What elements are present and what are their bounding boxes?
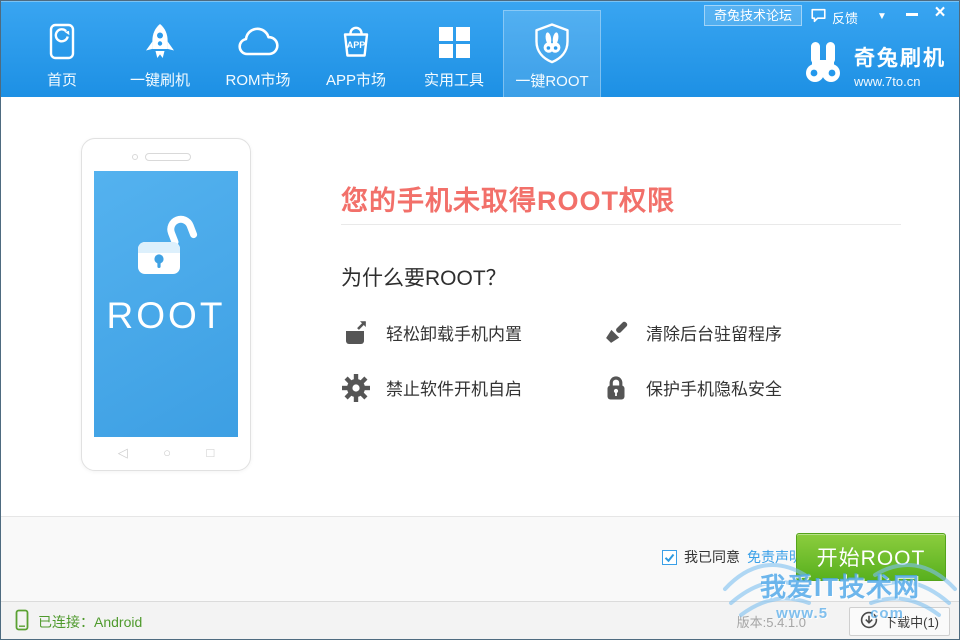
cloud-icon <box>235 19 281 65</box>
connected-phone-icon <box>15 609 29 634</box>
minimize-button[interactable] <box>901 5 923 23</box>
feedback-label: 反馈 <box>832 8 858 27</box>
tab-app-market[interactable]: APP APP市场 <box>307 10 405 98</box>
phone-screen: ROOT <box>94 171 238 437</box>
feature-clean: 清除后台驻留程序 <box>601 317 861 348</box>
feature-list: 轻松卸载手机内置 清除后台驻留程序 <box>341 317 861 403</box>
tab-tools[interactable]: 实用工具 <box>405 10 503 98</box>
tab-flash-label: 一键刷机 <box>130 69 190 90</box>
lock-icon <box>601 373 631 403</box>
tab-tools-label: 实用工具 <box>424 69 484 90</box>
phone-back-icon: ◁ <box>118 445 128 461</box>
phone-screen-label: ROOT <box>107 295 226 337</box>
feedback-bubble-icon <box>810 7 827 27</box>
tools-grid-icon <box>436 19 472 65</box>
root-shield-icon <box>529 20 575 66</box>
page-title: 您的手机未取得ROOT权限 <box>341 179 675 218</box>
check-icon <box>663 551 676 564</box>
phone-nav-bar: ◁ ○ □ <box>82 445 250 461</box>
uninstall-icon <box>341 318 371 348</box>
brush-icon <box>601 318 631 348</box>
tab-root-label: 一键ROOT <box>515 70 588 91</box>
minimize-icon <box>906 13 918 16</box>
tab-app-market-label: APP市场 <box>326 69 386 90</box>
start-root-button[interactable]: 开始ROOT <box>796 533 946 581</box>
brand-logo: 奇兔刷机 www.7to.cn <box>801 40 946 91</box>
phone-illustration: ROOT ◁ ○ □ <box>81 138 251 471</box>
feature-privacy: 保护手机隐私安全 <box>601 372 861 403</box>
feature-label: 清除后台驻留程序 <box>646 320 782 345</box>
download-icon <box>860 611 878 632</box>
gear-icon <box>341 373 371 403</box>
close-button[interactable]: × <box>928 2 952 23</box>
feature-label: 轻松卸载手机内置 <box>386 320 522 345</box>
feature-uninstall: 轻松卸载手机内置 <box>341 317 601 348</box>
feature-label: 保护手机隐私安全 <box>646 375 782 400</box>
tab-root[interactable]: 一键ROOT <box>503 10 601 98</box>
agree-checkbox[interactable] <box>662 550 677 565</box>
tab-home-label: 首页 <box>47 69 77 90</box>
brand-site: www.7to.cn <box>854 74 946 89</box>
main-content: ROOT ◁ ○ □ 您的手机未取得ROOT权限 为什么要ROOT？ <box>1 97 959 516</box>
brand-name: 奇兔刷机 <box>854 42 946 72</box>
connection-status: 已连接：Android <box>15 602 142 640</box>
feature-label: 禁止软件开机自启 <box>386 375 522 400</box>
tab-home[interactable]: 首页 <box>13 10 111 98</box>
tab-rom-market[interactable]: ROM市场 <box>209 10 307 98</box>
unlocked-padlock-icon <box>128 215 204 281</box>
action-panel: 我已同意 免责声明 开始ROOT <box>1 516 959 601</box>
app-bag-text: APP <box>347 40 366 50</box>
disclaimer-link[interactable]: 免责声明 <box>747 547 803 567</box>
agree-label: 我已同意 <box>684 547 740 567</box>
home-refresh-icon <box>43 19 81 65</box>
phone-speaker-slot <box>145 153 191 161</box>
download-status-button[interactable]: 下载中(1) <box>849 607 950 636</box>
phone-camera-dot <box>132 154 138 160</box>
feature-autostart: 禁止软件开机自启 <box>341 372 601 403</box>
main-nav: 首页 一键刷机 <box>13 2 601 98</box>
app-window: 首页 一键刷机 <box>0 0 960 640</box>
rabbit-logo-icon <box>801 40 845 91</box>
phone-home-icon: ○ <box>163 445 171 461</box>
tab-flash[interactable]: 一键刷机 <box>111 10 209 98</box>
forum-button[interactable]: 奇兔技术论坛 <box>704 5 802 26</box>
tab-rom-market-label: ROM市场 <box>226 69 291 90</box>
connection-text: 已连接：Android <box>38 612 142 632</box>
app-bag-icon: APP <box>336 19 376 65</box>
download-label: 下载中(1) <box>884 612 939 631</box>
phone-recent-icon: □ <box>206 445 214 461</box>
status-bar: 已连接：Android 版本:5.4.1.0 下载中(1) <box>1 601 959 640</box>
rocket-icon <box>140 19 180 65</box>
version-text: 版本:5.4.1.0 <box>737 602 806 640</box>
agree-row: 我已同意 免责声明 <box>662 547 803 567</box>
feedback-button[interactable]: 反馈 <box>810 7 858 27</box>
header: 首页 一键刷机 <box>1 1 959 97</box>
section-heading: 为什么要ROOT？ <box>341 262 507 292</box>
title-divider <box>341 224 901 225</box>
menu-caret-icon[interactable]: ▼ <box>871 7 893 25</box>
